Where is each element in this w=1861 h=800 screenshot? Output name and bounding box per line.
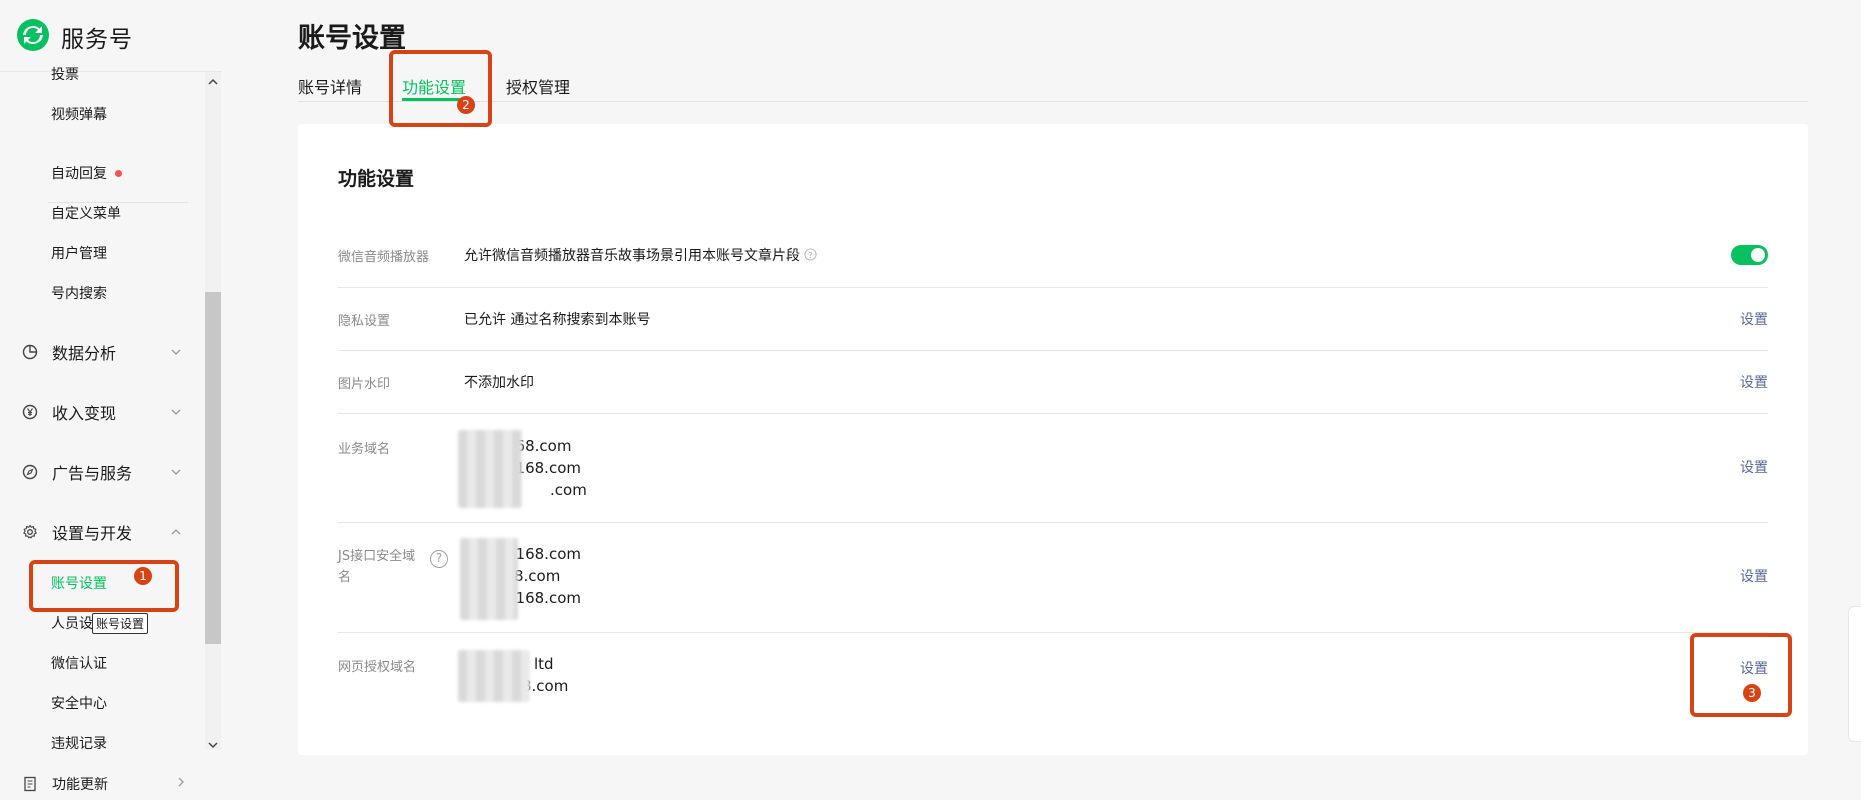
sidebar-item-violation-records[interactable]: 违规记录 [51,733,107,750]
sidebar-item-staff-settings[interactable]: 人员设 [51,613,93,633]
setting-value: 允许微信音频播放器音乐故事场景引用本账号文章片段? [464,245,817,265]
setting-value: 不添加水印 [464,375,534,391]
chevron-right-icon [175,776,187,788]
sidebar: 服务号 投票 视频弹幕 自动回复 自定义菜单 用户管理 号内搜索 数据分析 收入… [0,0,222,800]
annotation-number-1: 1 [134,567,152,585]
setting-row-js-domain: JS接口安全域名 ? 8168.com 8.com 3168.com 设置 [338,532,1768,624]
sidebar-group-monetization[interactable]: 收入变现 [22,400,182,424]
setting-label: 业务域名 [338,442,391,457]
chevron-down-icon [170,463,182,475]
redacted-area [458,650,530,702]
setting-label: 图片水印 [338,377,391,392]
chevron-down-icon [170,403,182,415]
logo-icon [16,18,50,56]
setting-value: 已允许 通过名称搜索到本账号 [464,312,651,328]
sidebar-item-custom-menu[interactable]: 自定义菜单 [51,203,121,223]
setting-row-web-auth-domain: 网页授权域名 ltd 8.com 设置 [338,642,1768,712]
sidebar-item-in-account-search[interactable]: 号内搜索 [51,283,107,303]
yen-icon [22,404,38,420]
scroll-up-icon[interactable] [207,73,219,85]
sidebar-item-user-management[interactable]: 用户管理 [51,243,107,263]
annotation-box-1 [29,560,179,612]
annotation-number-2: 2 [457,96,475,114]
redacted-area [460,538,518,620]
row-divider [338,632,1768,633]
watermark-settings-link[interactable]: 设置 [1740,372,1768,392]
unread-dot [115,169,122,177]
tab-authorization-management[interactable]: 授权管理 [506,74,570,98]
sidebar-item-vote[interactable]: 投票 [51,64,79,84]
sidebar-item-feature-updates[interactable]: 功能更新 [22,774,187,794]
sidebar-item-security-center[interactable]: 安全中心 [51,693,107,713]
page-title: 账号设置 [298,23,406,54]
setting-label: 微信音频播放器 [338,250,430,265]
setting-row-audio-player: 微信音频播放器 允许微信音频播放器音乐故事场景引用本账号文章片段? [338,240,1768,270]
document-icon [22,776,38,792]
setting-label: 网页授权域名 [338,660,417,675]
sidebar-item-label: 自动回复 [51,166,107,182]
sidebar-item-video-danmaku[interactable]: 视频弹幕 [51,104,107,124]
annotation-box-3 [1690,633,1792,717]
sidebar-item-auto-reply[interactable]: 自动回复 [51,163,122,183]
row-divider [338,522,1768,523]
sidebar-nav: 投票 视频弹幕 自动回复 自定义菜单 用户管理 号内搜索 数据分析 收入变现 广… [0,60,205,750]
feature-settings-card: 功能设置 微信音频播放器 允许微信音频播放器音乐故事场景引用本账号文章片段? 隐… [298,124,1808,755]
toggle-knob [1751,248,1765,262]
side-widget[interactable] [1848,606,1861,742]
label-line: 名 [338,570,352,585]
label-line: JS接口安全域 [338,549,416,564]
chevron-down-icon [170,343,182,355]
tab-account-details[interactable]: 账号详情 [298,74,362,98]
svg-text:?: ? [808,249,812,259]
tab-bar: 账号详情 功能设置 授权管理 [298,70,1808,102]
sidebar-item-label: 功能更新 [52,777,108,793]
setting-row-business-domain: 业务域名 168.com 8168.com .com 设置 [338,424,1768,514]
sidebar-group-data-analysis[interactable]: 数据分析 [22,340,182,364]
pie-chart-icon [22,344,38,360]
question-icon[interactable]: ? [430,550,448,568]
setting-row-privacy: 隐私设置 已允许 通过名称搜索到本账号 设置 [338,304,1768,334]
sidebar-scrollbar-thumb[interactable] [205,292,221,644]
setting-value-text: 允许微信音频播放器音乐故事场景引用本账号文章片段 [464,248,800,264]
compass-icon [22,464,38,480]
row-divider [338,350,1768,351]
app-logo[interactable]: 服务号 [16,18,133,56]
group-label: 收入变现 [52,404,117,423]
row-divider [338,413,1768,414]
app-name: 服务号 [61,27,133,53]
sidebar-item-wechat-verification[interactable]: 微信认证 [51,653,107,673]
setting-label: 隐私设置 [338,314,391,329]
tooltip: 账号设置 [92,613,149,634]
business-domain-settings-link[interactable]: 设置 [1740,457,1768,477]
question-icon[interactable]: ? [804,247,817,265]
card-title: 功能设置 [338,168,415,190]
audio-player-toggle[interactable] [1731,245,1768,265]
js-domain-settings-link[interactable]: 设置 [1740,566,1768,586]
setting-row-watermark: 图片水印 不添加水印 设置 [338,367,1768,397]
group-label: 数据分析 [52,344,117,363]
group-label: 设置与开发 [52,524,133,543]
setting-label: JS接口安全域名 [338,546,415,588]
annotation-box-2 [389,50,492,127]
annotation-number-3: 3 [1743,684,1761,702]
group-label: 广告与服务 [52,464,133,483]
scroll-down-icon[interactable] [207,736,219,749]
gear-icon [22,524,38,540]
sidebar-group-ads-services[interactable]: 广告与服务 [22,460,182,484]
privacy-settings-link[interactable]: 设置 [1740,309,1768,329]
redacted-area [458,430,522,508]
chevron-up-icon [170,523,182,535]
row-divider [338,287,1768,288]
sidebar-group-settings-dev[interactable]: 设置与开发 [22,520,182,544]
